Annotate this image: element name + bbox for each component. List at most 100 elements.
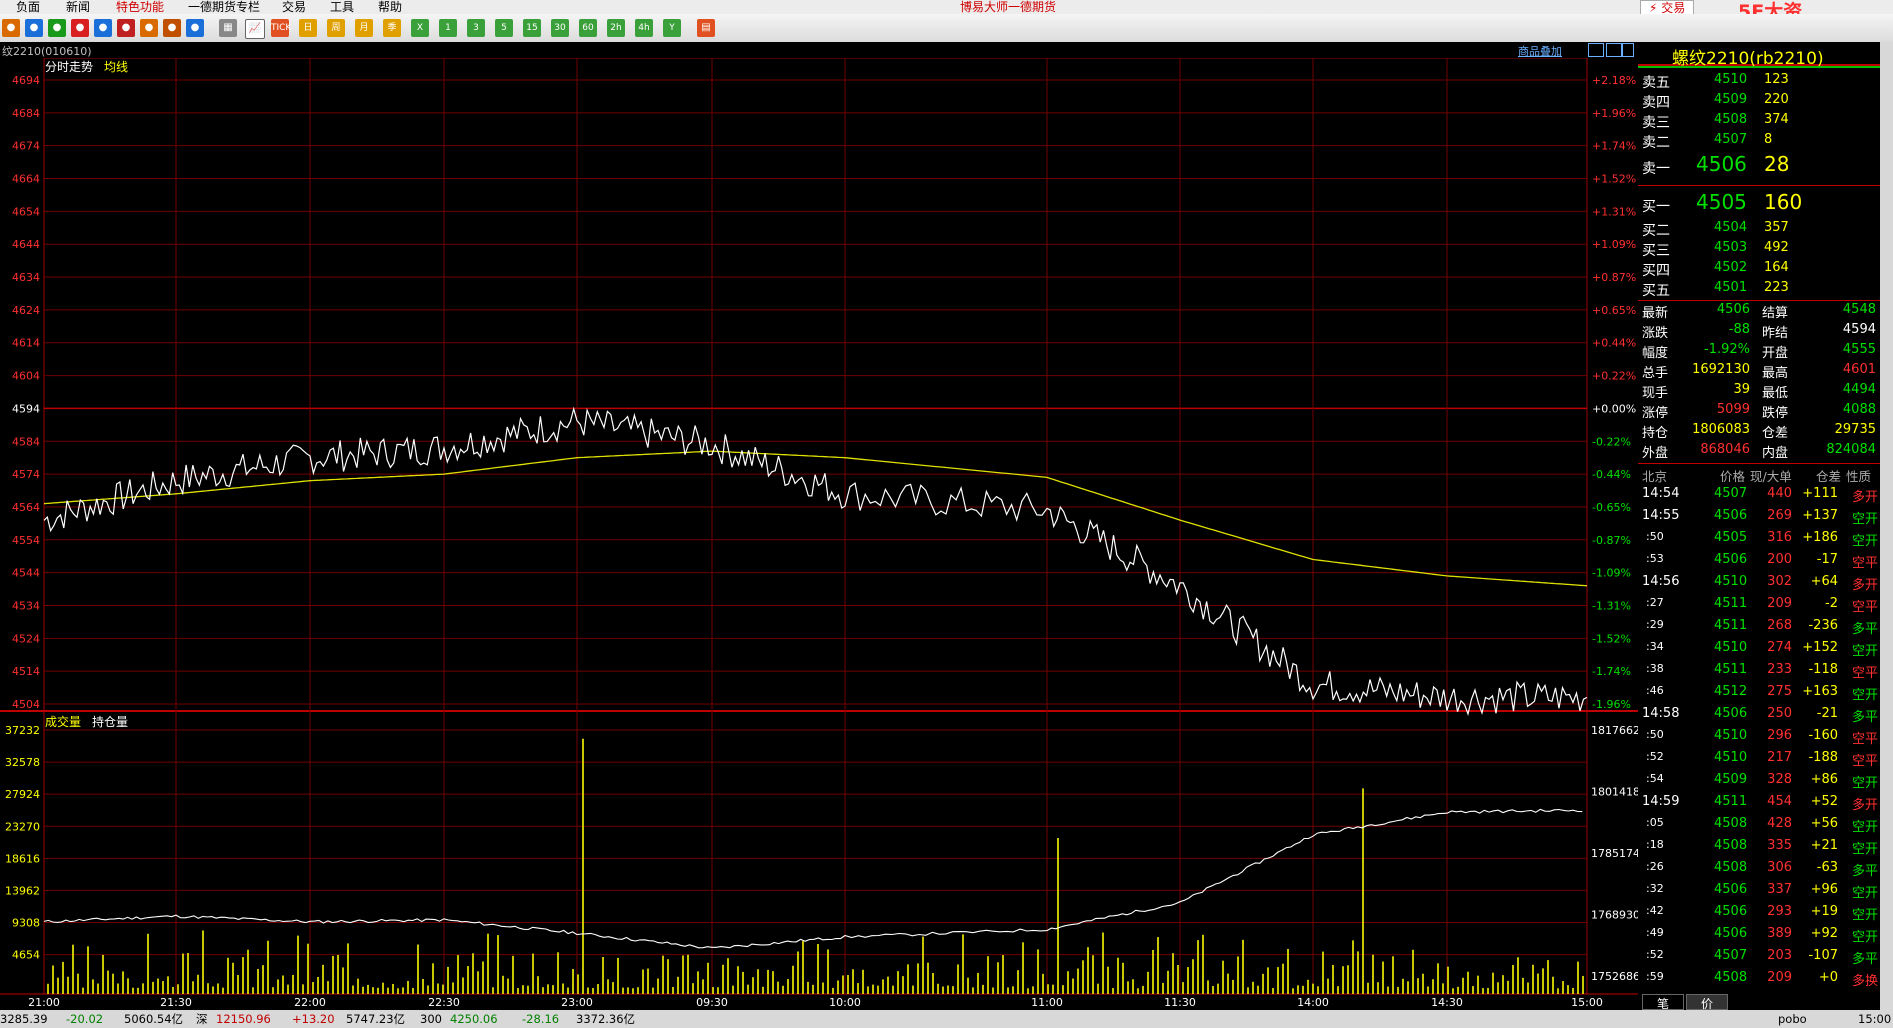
volume-bar [142,983,144,994]
volume-bar [592,987,594,994]
tool-icon-2[interactable]: ● [48,19,66,37]
volume-bar [132,987,134,994]
maximize-icon[interactable] [1622,43,1634,57]
volume-bar [587,987,589,994]
volume-bar [827,949,829,994]
volume-bar [327,981,329,994]
period-button-日[interactable]: 日 [299,19,317,37]
tick-price: 4506 [1714,926,1748,941]
tick-nature: 空平 [1851,666,1878,681]
bid-row[interactable]: 买三 4503 492 [1638,240,1880,260]
stats-divider [1638,300,1880,301]
tick-tab-1[interactable]: 价 [1686,994,1728,1011]
header-underline [1638,66,1880,68]
tick-oi: +137 [1802,508,1838,523]
price-tick-label: 4564 [12,501,40,514]
ask-row[interactable]: 卖三 4508 374 [1638,112,1880,132]
volume-bar [997,962,999,994]
ask-row[interactable]: 卖五 4510 123 [1638,72,1880,92]
stat-value: 824084 [1826,442,1876,457]
tick-row: :46 4512 275 +163 空开 [1638,684,1880,706]
period-button-4h[interactable]: 4h [635,19,653,37]
ask-row[interactable]: 卖四 4509 220 [1638,92,1880,112]
period-button-月[interactable]: 月 [355,19,373,37]
table-icon[interactable]: ▦ [219,19,237,37]
tool-icon-6[interactable]: ● [140,19,158,37]
tool-icon-0[interactable]: ● [2,19,20,37]
tick-volume: 428 [1767,816,1792,831]
tick-row: 14:56 4510 302 +64 多开 [1638,574,1880,596]
period-button-15[interactable]: 15 [523,19,541,37]
menu-item-5[interactable]: 工具 [330,0,354,14]
tool-icon-1[interactable]: ● [25,19,43,37]
bid-row[interactable]: 买五 4501 223 [1638,280,1880,300]
volume-bar [402,987,404,994]
menu-item-6[interactable]: 帮助 [378,0,402,14]
tick-time: :18 [1646,838,1664,851]
period-button-5[interactable]: 5 [495,19,513,37]
volume-bar [1452,988,1454,994]
ask-volume: 220 [1764,92,1789,107]
tick-nature: 空平 [1851,600,1878,615]
volume-bar [1097,983,1099,994]
tick-time: :32 [1646,882,1664,895]
bid-row[interactable]: 买二 4504 357 [1638,220,1880,240]
menu-item-3[interactable]: 一德期货专栏 [188,0,260,14]
volume-bar [972,987,974,994]
tick-price: 4506 [1714,882,1748,897]
menu-item-4[interactable]: 交易 [282,0,306,14]
period-button-季[interactable]: 季 [383,19,401,37]
intraday-chart-icon[interactable]: 📈 [245,19,265,39]
period-button-2h[interactable]: 2h [607,19,625,37]
period-button-30[interactable]: 30 [551,19,569,37]
volume-bar [72,944,74,994]
ticks-divider [1638,463,1880,464]
tick-time: :53 [1646,552,1664,565]
period-button-周[interactable]: 周 [327,19,345,37]
period-button-TICK[interactable]: TICK [271,19,291,37]
period-button-3[interactable]: 3 [467,19,485,37]
volume-bar [362,986,364,994]
tick-price: 4510 [1714,750,1748,765]
bid-row[interactable]: 买四 4502 164 [1638,260,1880,280]
tick-oi: -236 [1808,618,1838,633]
tick-row: 14:58 4506 250 -21 多平 [1638,706,1880,728]
volume-bar [557,952,559,994]
tool-icon-7[interactable]: ● [163,19,181,37]
period-button-1[interactable]: 1 [439,19,457,37]
volume-bar [1322,951,1324,994]
period-button-60[interactable]: 60 [579,19,597,37]
calendar-icon[interactable]: ▤ [697,19,715,37]
tick-nature: 多平 [1851,710,1878,725]
price-line [43,406,1588,716]
intraday-chart[interactable]: 分时走势 均线 4694 +2.18% 4684 +1.96% 4674 +1.74% 4664… [0,58,1638,1010]
volume-bar [52,965,54,994]
menu-item-0[interactable]: 负面 [16,0,40,14]
menu-item-2[interactable]: 特色功能 [116,0,164,14]
tool-icon-4[interactable]: ● [94,19,112,37]
period-button-X[interactable]: X [411,19,429,37]
tick-tab-0[interactable]: 笔 [1642,994,1684,1011]
volume-bar [1267,967,1269,994]
tick-row: :34 4510 274 +152 空开 [1638,640,1880,662]
tool-icon-5[interactable]: ● [117,19,135,37]
tool-icon-8[interactable]: ● [186,19,204,37]
menu-item-1[interactable]: 新闻 [66,0,90,14]
period-button-Y[interactable]: Y [663,19,681,37]
tool-icon-3[interactable]: ● [71,19,89,37]
pct-tick-label: +2.18% [1592,74,1636,87]
stat-label: 最高 [1762,366,1789,381]
zoom-out-icon[interactable] [1606,43,1622,57]
tick-volume: 316 [1767,530,1792,545]
side-tabs[interactable] [1880,42,1893,1010]
zoom-in-icon[interactable] [1588,43,1604,57]
stat-value: 4594 [1842,322,1876,337]
ask-row[interactable]: 卖二 4507 8 [1638,132,1880,152]
overlay-button[interactable]: 商品叠加 [1518,43,1562,59]
volume-bar [767,969,769,994]
bid-row[interactable]: 买一 4505 160 [1638,190,1880,218]
volume-bar [952,986,954,994]
stat-value: 1806083 [1692,422,1750,437]
ask-row[interactable]: 卖一 4506 28 [1638,152,1880,180]
tick-oi: +152 [1802,640,1838,655]
